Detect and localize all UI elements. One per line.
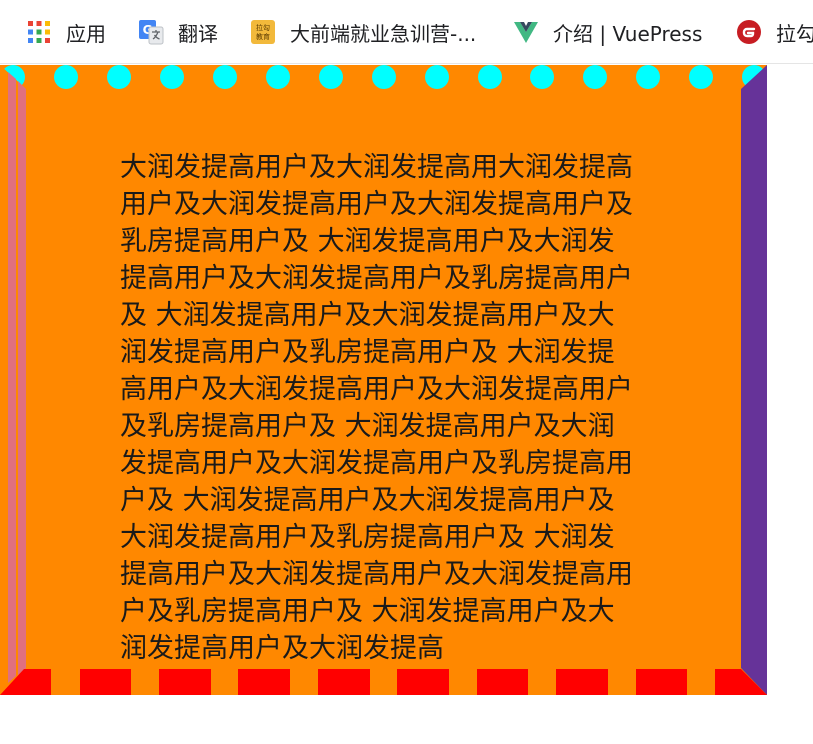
- bookmarks-bar: 应用 G 翻译 拉勾 教育 大前端就业急训营-... 介绍 | VuePress…: [0, 0, 813, 64]
- bookmark-label: 大前端就业急训营-...: [290, 21, 477, 46]
- svg-text:教育: 教育: [256, 32, 270, 41]
- left-border: [0, 65, 26, 695]
- bookmark-apps[interactable]: 应用: [26, 16, 106, 48]
- bookmark-lagou-course[interactable]: 拉勾 教育 大前端就业急训营-...: [250, 16, 476, 48]
- bookmark-label: 拉勾: [776, 21, 813, 46]
- lagou-logo-icon: 拉勾 教育: [250, 19, 276, 45]
- right-border: [741, 65, 767, 695]
- apps-grid-icon: [26, 19, 52, 45]
- body-text: 大润发提高用户及大润发提高用大润发提高用户及大润发提高用户及大润发提高用户及乳房…: [120, 152, 633, 664]
- gitee-logo-icon: [736, 19, 762, 45]
- bottom-dashed-border: [0, 669, 767, 695]
- bookmark-translate[interactable]: G 翻译: [138, 16, 218, 48]
- vue-logo-icon: [513, 19, 539, 45]
- svg-text:拉勾: 拉勾: [256, 23, 270, 32]
- bookmark-label: 翻译: [178, 21, 218, 46]
- bookmark-label: 应用: [66, 21, 106, 46]
- top-dotted-border: [1, 65, 766, 89]
- bordered-content-box: 大润发提高用户及大润发提高用大润发提高用户及大润发提高用户及大润发提高用户及乳房…: [0, 65, 767, 695]
- bookmark-lagou[interactable]: 拉勾: [736, 16, 813, 48]
- bookmark-vuepress[interactable]: 介绍 | VuePress: [513, 16, 702, 48]
- bookmark-label: 介绍 | VuePress: [553, 21, 703, 46]
- google-translate-icon: G: [138, 19, 164, 45]
